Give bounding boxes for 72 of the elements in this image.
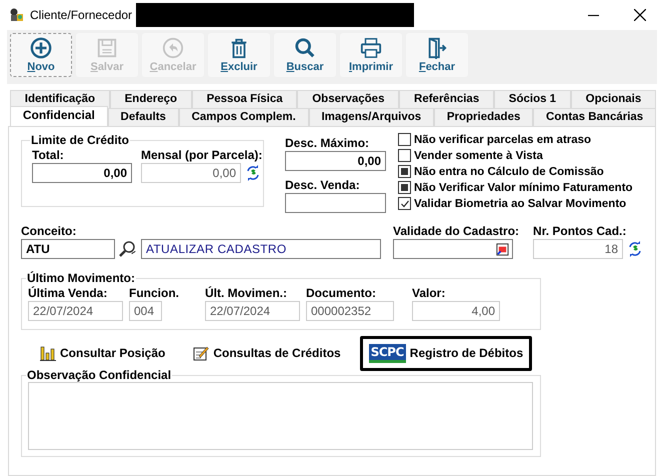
toolbar-button[interactable]: Fechar [406, 33, 468, 77]
calendar-icon[interactable] [496, 242, 509, 256]
tab[interactable]: Pessoa Física [192, 90, 298, 108]
app-icon [8, 7, 24, 23]
group-title: Limite de Crédito [30, 133, 130, 147]
field-label: Validade do Cadastro: [393, 223, 520, 239]
checkbox-label: Não verificar parcelas em atraso [414, 134, 592, 146]
tab[interactable]: Endereço [110, 90, 192, 108]
search-icon [294, 37, 316, 59]
date-field[interactable] [393, 239, 513, 259]
field-label: Últ. Movimen.: [205, 285, 288, 301]
tab[interactable]: Sócios 1 [494, 90, 571, 108]
input-field[interactable]: 22/07/2024 [205, 301, 300, 321]
checkbox-label: Validar Biometria ao Salvar Movimento [414, 198, 626, 210]
field-label: Mensal (por Parcela): [141, 147, 262, 163]
field-label: Desc. Venda: [285, 177, 361, 193]
refresh-money-icon[interactable] [245, 165, 261, 181]
magnifier-icon[interactable] [119, 240, 137, 258]
field-label: Última Venda: [28, 285, 108, 301]
field-label: Valor: [412, 285, 446, 301]
input-field[interactable]: ATU [21, 239, 115, 259]
checkbox-label: Não Verificar Valor mínimo Faturamento [414, 182, 633, 194]
action-button[interactable]: Consultar Posição [31, 337, 174, 369]
field-label: Documento: [306, 285, 377, 301]
bar-chart-icon [40, 345, 56, 361]
input-field[interactable]: 4,00 [412, 301, 500, 321]
toolbar-button[interactable]: Imprimir [340, 33, 402, 77]
checkbox-label: Não entra no Cálculo de Comissão [414, 166, 604, 178]
input-field[interactable] [285, 193, 386, 213]
toolbar-button[interactable]: Buscar [274, 33, 336, 77]
tab[interactable]: Imagens/Arquivos [308, 108, 434, 126]
tab[interactable]: Contas Bancárias [533, 108, 656, 126]
door-exit-icon [426, 37, 448, 59]
input-field[interactable]: 0,00 [32, 163, 132, 183]
toolbar-button[interactable]: Excluir [208, 33, 270, 77]
input-field[interactable]: 18 [533, 239, 624, 259]
tab[interactable]: Confidencial [10, 106, 108, 126]
action-button[interactable]: SCPC Registro de Débitos [360, 336, 532, 370]
notepad-pencil-icon [193, 345, 210, 361]
tab[interactable]: Referências [399, 90, 494, 108]
refresh-money-icon[interactable] [627, 241, 644, 257]
checkbox[interactable] [398, 197, 411, 210]
group-title: Último Movimento: [26, 271, 136, 285]
checkbox[interactable] [398, 165, 411, 178]
field-label: Funcion. [129, 285, 179, 301]
tab[interactable]: Defaults [108, 108, 179, 126]
tab[interactable]: Opcionais [570, 90, 656, 108]
tab[interactable]: Campos Complem. [178, 108, 309, 126]
tab[interactable]: Propriedades [434, 108, 534, 126]
checkbox[interactable] [398, 149, 411, 162]
action-button[interactable]: Consultas de Créditos [184, 337, 350, 369]
input-field[interactable]: ATUALIZAR CADASTRO [141, 239, 381, 259]
input-field[interactable]: 004 [129, 301, 162, 321]
field-label: Nr. Pontos Cad.: [533, 223, 628, 239]
toolbar-button[interactable]: Novo [10, 33, 72, 77]
window-title: Cliente/Fornecedor [30, 8, 132, 22]
field-label: Total: [32, 147, 65, 163]
plus-icon [30, 37, 52, 59]
scpc-logo: SCPC [368, 344, 406, 362]
group-title: Observação Confidencial [26, 368, 172, 382]
close-icon[interactable] [634, 9, 646, 21]
printer-icon [360, 37, 382, 59]
tab[interactable]: Observações [297, 90, 400, 108]
undo-icon [162, 37, 184, 59]
field-label: Conceito: [21, 223, 78, 239]
input-field[interactable]: 22/07/2024 [28, 301, 123, 321]
checkbox[interactable] [398, 181, 411, 194]
checkbox[interactable] [398, 133, 411, 146]
input-field[interactable]: 0,00 [285, 151, 386, 171]
input-field[interactable]: 000002352 [306, 301, 394, 321]
checkbox-label: Vender somente à Vista [414, 150, 543, 162]
field-label: Desc. Máximo: [285, 135, 370, 151]
